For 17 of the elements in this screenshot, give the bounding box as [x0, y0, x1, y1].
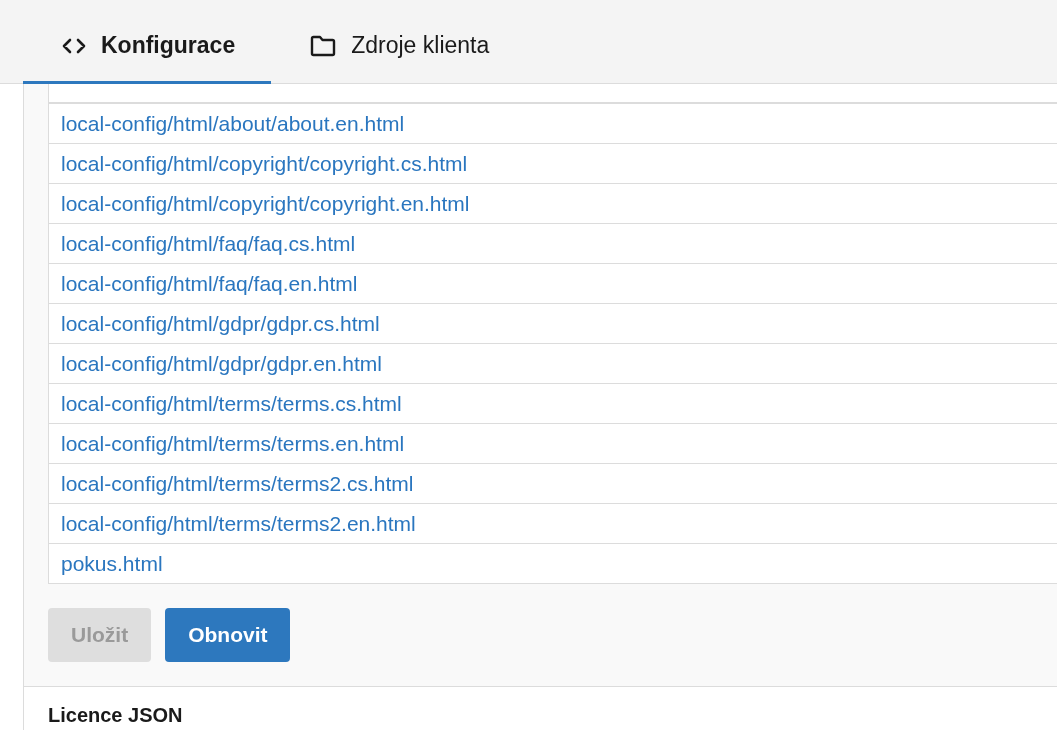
file-link[interactable]: local-config/html/faq/faq.en.html [61, 271, 358, 296]
section-title: Licence JSON [48, 704, 183, 727]
primary-button[interactable]: Obnovit [165, 608, 291, 662]
folder-icon [310, 34, 337, 57]
file-link[interactable]: local-config/html/terms/terms2.cs.html [61, 471, 414, 496]
file-link[interactable]: local-config/html/faq/faq.cs.html [61, 231, 356, 256]
file-link[interactable]: local-config/html/copyright/copyright.cs.html [61, 151, 468, 176]
file-link[interactable]: pokus.html [61, 551, 163, 576]
file-link[interactable]: local-config/html/terms/terms.cs.html [61, 391, 402, 416]
tab[interactable]: Zdroje klienta [271, 0, 526, 84]
file-link[interactable]: local-config/html/gdpr/gdpr.cs.html [61, 311, 380, 336]
file-link[interactable]: local-config/html/about/about.en.html [61, 111, 405, 136]
code-icon [62, 37, 86, 54]
file-link[interactable]: local-config/html/gdpr/gdpr.en.html [61, 351, 382, 376]
file-link[interactable]: local-config/html/copyright/copyright.en.html [61, 191, 470, 216]
file-link[interactable]: local-config/html/terms/terms.en.html [61, 431, 405, 456]
file-link[interactable]: local-config/html/terms/terms2.en.html [61, 511, 416, 536]
